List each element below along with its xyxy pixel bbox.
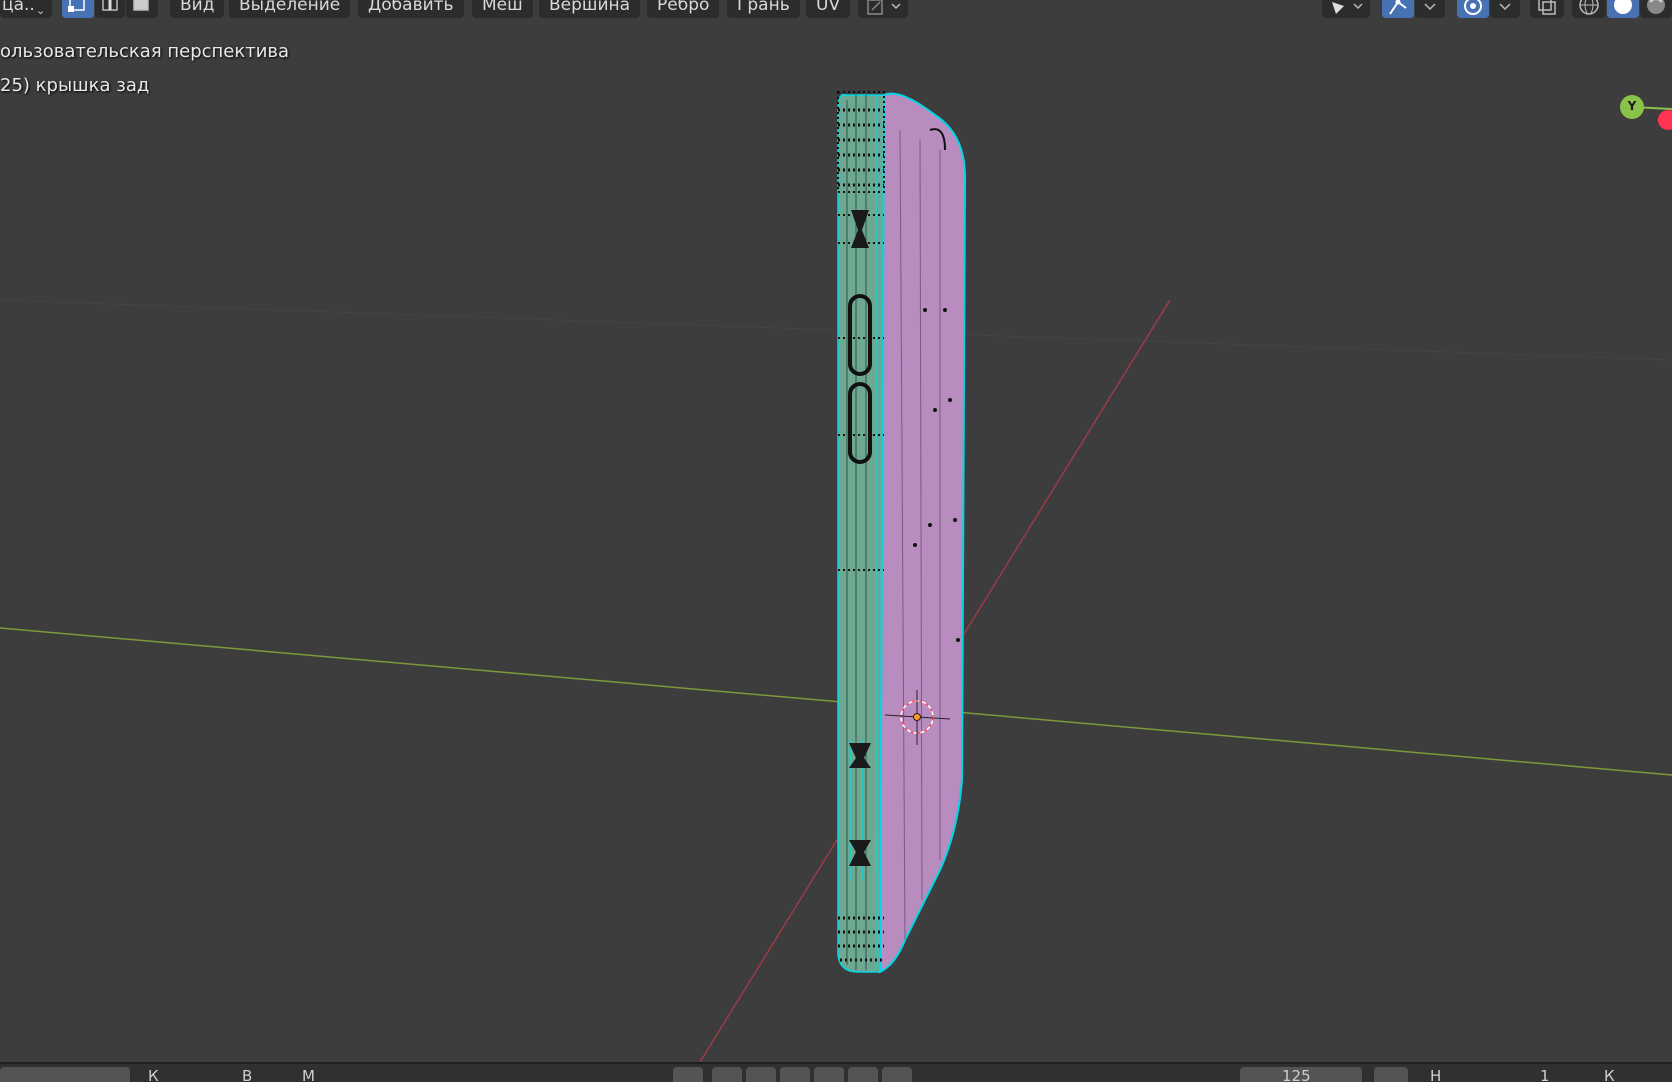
face-select-button[interactable] <box>126 0 158 18</box>
menu-edge[interactable]: Ребро <box>647 0 720 18</box>
3d-viewport[interactable]: Y ользовательская перспектива 25) крышка… <box>0 0 1672 1062</box>
timeline-menu-keying[interactable]: К <box>148 1064 159 1082</box>
chevron-down-icon <box>1424 3 1436 11</box>
chevron-down-icon: ⌄ <box>36 4 46 17</box>
overlay-button[interactable] <box>1530 0 1564 18</box>
gizmo-x-axis-icon[interactable] <box>1658 110 1672 130</box>
face-select-icon <box>133 0 149 11</box>
start-frame-label: Н <box>1430 1067 1442 1082</box>
menu-select[interactable]: Выделение <box>229 0 351 18</box>
menu-face[interactable]: Грань <box>727 0 800 18</box>
start-frame-value: 1 <box>1540 1067 1550 1082</box>
timeline-menu-marker[interactable]: М <box>302 1064 315 1082</box>
menu-add[interactable]: Добавить <box>358 0 464 18</box>
mode-label: ца.. <box>2 0 35 15</box>
y-axis-line <box>0 627 1672 776</box>
chevron-down-icon <box>1499 3 1511 11</box>
menu-uv[interactable]: UV <box>806 0 851 18</box>
timeline-header: К В М 125 Н 1 К <box>0 1062 1672 1082</box>
solid-shading-button[interactable] <box>1607 0 1639 18</box>
overlay-icon <box>1538 0 1556 15</box>
proportional-editing-icon <box>1464 0 1482 15</box>
grid-line <box>0 299 1672 361</box>
timeline-menu-view[interactable]: В <box>242 1064 252 1082</box>
object-label: 25) крышка зад <box>0 75 150 96</box>
mesh-object[interactable] <box>837 91 967 974</box>
gizmo-y-label: Y <box>1627 99 1637 113</box>
proportional-editing-button[interactable] <box>1457 0 1489 18</box>
viewport-canvas[interactable] <box>0 0 1672 1062</box>
vertex-select-button[interactable] <box>62 0 94 18</box>
viewport-header: ца.. ⌄ Вид Выделение Добавить Меш Вершин… <box>0 0 1672 20</box>
menu-view[interactable]: Вид <box>170 0 225 18</box>
material-shading-icon <box>1647 0 1665 14</box>
transform-orientation-dropdown[interactable] <box>858 0 908 18</box>
origin-point <box>913 713 921 721</box>
vertex-select-icon <box>68 0 85 12</box>
transform-pivot-icon <box>1332 2 1363 14</box>
wireframe-shading-icon <box>1579 0 1599 15</box>
snap-options-dropdown[interactable] <box>1415 0 1445 18</box>
mode-dropdown[interactable]: ца.. ⌄ <box>0 0 52 18</box>
wireframe-shading-button[interactable] <box>1572 0 1606 18</box>
transform-orientation-icon <box>867 0 901 15</box>
menu-mesh[interactable]: Меш <box>472 0 533 18</box>
edge-select-icon <box>102 0 118 11</box>
back-face <box>878 92 967 974</box>
edge-select-button[interactable] <box>95 0 125 18</box>
material-shading-button[interactable] <box>1640 0 1672 18</box>
current-frame-value: 125 <box>1282 1067 1311 1082</box>
snap-icon <box>1389 0 1407 15</box>
snap-button[interactable] <box>1382 0 1414 18</box>
solid-shading-icon <box>1614 0 1632 14</box>
menu-vertex[interactable]: Вершина <box>539 0 641 18</box>
end-frame-label: К <box>1604 1067 1615 1082</box>
perspective-label: ользовательская перспектива <box>0 41 290 62</box>
pivot-point-dropdown[interactable] <box>1322 0 1370 18</box>
proportional-options-dropdown[interactable] <box>1490 0 1520 18</box>
